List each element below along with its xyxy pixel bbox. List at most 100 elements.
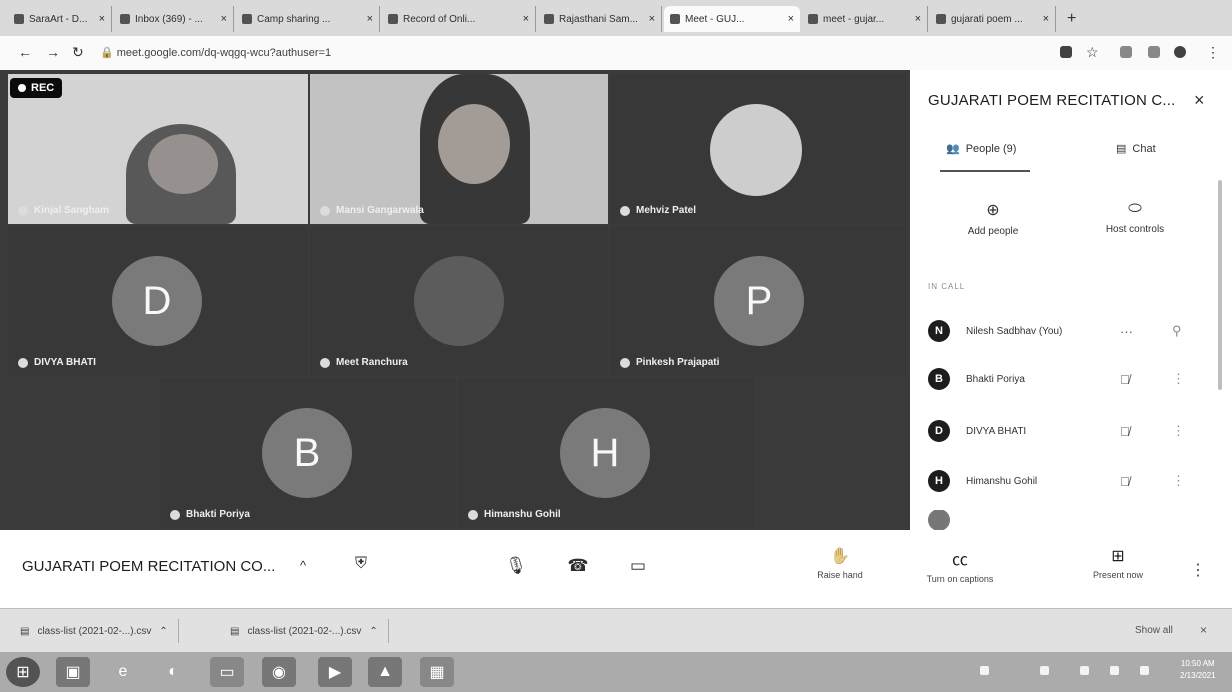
mic-off-icon: 🎙̸ <box>1120 371 1130 387</box>
video-tile[interactable]: Mehviz Patel <box>610 74 906 224</box>
browser-tab-strip: SaraArt - D... × Inbox (369) - ... × Camp … <box>0 0 1232 36</box>
address-bar[interactable]: 🔒 meet.google.com/dq-wqgq-wcu?authuser=1 <box>100 42 920 64</box>
more-options-icon[interactable]: ⋮ <box>1172 371 1185 387</box>
ie-icon: e <box>118 663 128 680</box>
flag-icon[interactable] <box>1140 666 1149 675</box>
taskbar: ⊞ ▣ e ◐ ▭ ◉ ▶ ▲ ▦ 10:50 AM 2/13/2021 <box>0 652 1232 692</box>
close-tab-icon[interactable]: × <box>788 13 794 25</box>
close-tab-icon[interactable]: × <box>221 13 227 25</box>
mic-off-icon: 🎙̸ <box>1120 423 1130 439</box>
host-controls-button[interactable]: ⬭ Host controls <box>1080 200 1190 235</box>
captions-button[interactable]: ㏄ Turn on captions <box>910 546 1010 584</box>
close-downloads-button[interactable]: × <box>1200 623 1207 637</box>
video-tile[interactable]: P Pinkesh Prajapati <box>610 226 906 376</box>
more-options-icon[interactable]: ⋮ <box>1190 560 1206 580</box>
browser-tab[interactable]: Camp sharing ... × <box>236 6 380 32</box>
participant-row[interactable]: H Himanshu Gohil 🎙̸ ⋮ <box>928 466 1218 496</box>
bookmark-star-icon[interactable]: ☆ <box>1086 44 1099 61</box>
participant-row[interactable]: D DIVYA BHATI 🎙̸ ⋮ <box>928 416 1218 446</box>
network-icon[interactable] <box>1080 666 1089 675</box>
close-panel-button[interactable]: × <box>1194 90 1205 111</box>
video-tile[interactable]: H Himanshu Gohil <box>458 378 754 528</box>
video-tile[interactable]: Mansi Gangarwala <box>310 74 608 224</box>
browser-tab-active[interactable]: Meet - GUJ... × <box>664 6 800 32</box>
new-tab-button[interactable]: + <box>1067 10 1076 28</box>
close-tab-icon[interactable]: × <box>1043 13 1049 25</box>
browser-tab[interactable]: gujarati poem ... × <box>930 6 1056 32</box>
browser-tab[interactable]: SaraArt - D... × <box>8 6 112 32</box>
taskbar-app[interactable]: ◉ <box>262 657 296 687</box>
gmail-icon <box>120 14 130 24</box>
browser-menu-icon[interactable]: ⋮ <box>1206 44 1220 61</box>
download-item[interactable]: ▤ class-list (2021-02-...).csv ⌃ <box>220 619 389 643</box>
microphone-button[interactable]: 🎙 <box>498 548 534 584</box>
close-tab-icon[interactable]: × <box>915 13 921 25</box>
video-tile[interactable]: D DIVYA BHATI <box>8 226 308 376</box>
browser-tab[interactable]: Inbox (369) - ... × <box>114 6 234 32</box>
volume-icon[interactable] <box>1110 666 1119 675</box>
tile-name: Kinjal Sangham <box>18 205 109 216</box>
browser-tab[interactable]: Record of Onli... × <box>382 6 536 32</box>
meeting-details-caret-icon[interactable]: ^ <box>300 558 306 573</box>
tab-label: Meet - GUJ... <box>685 13 745 25</box>
video-tile[interactable]: B Bhakti Poriya <box>160 378 456 528</box>
more-options-icon[interactable]: ⋮ <box>1172 423 1185 439</box>
present-now-button[interactable]: ⊞ Present now <box>1068 546 1168 580</box>
in-call-label: IN CALL <box>928 282 966 291</box>
chevron-up-icon[interactable]: ⌃ <box>159 626 167 637</box>
tab-people[interactable]: 👥 People (9) <box>946 142 1016 156</box>
taskbar-app[interactable]: e <box>106 657 140 687</box>
back-icon[interactable]: ← <box>18 44 32 60</box>
extension-icon[interactable] <box>1120 46 1132 58</box>
taskbar-app[interactable]: ▣ <box>56 657 90 687</box>
tab-chat[interactable]: ▤ Chat <box>1116 142 1156 156</box>
tray-icon[interactable] <box>980 666 989 675</box>
pdf-reader-icon: ▲ <box>377 663 393 680</box>
reload-icon[interactable]: ↻ <box>72 44 84 61</box>
record-dot-icon <box>18 84 26 92</box>
taskbar-app[interactable]: ◐ <box>156 657 190 687</box>
close-tab-icon[interactable]: × <box>649 13 655 25</box>
panel-title: GUJARATI POEM RECITATION C... <box>928 92 1176 109</box>
show-all-button[interactable]: Show all <box>1135 625 1173 636</box>
shield-icon[interactable]: ⛨ <box>355 555 367 573</box>
participant-row[interactable]: N Nilesh Sadbhav (You) ··· ⚲ <box>928 316 1218 346</box>
taskbar-app[interactable]: ▶ <box>318 657 352 687</box>
video-tile[interactable]: Meet Ranchura <box>310 226 608 376</box>
forward-icon[interactable]: → <box>46 44 60 60</box>
browser-tab[interactable]: meet - gujar... × <box>802 6 928 32</box>
start-button[interactable]: ⊞ <box>6 657 40 687</box>
close-tab-icon[interactable]: × <box>99 13 105 25</box>
raise-hand-button[interactable]: ✋ Raise hand <box>790 546 890 580</box>
taskbar-app[interactable]: ▭ <box>210 657 244 687</box>
participant-row[interactable]: B Bhakti Poriya 🎙̸ ⋮ <box>928 364 1218 394</box>
leave-call-button[interactable]: ☎ <box>560 548 596 584</box>
meeting-title[interactable]: GUJARATI POEM RECITATION CO... <box>22 558 275 575</box>
panel-scrollbar[interactable] <box>1218 180 1222 390</box>
tile-name: Meet Ranchura <box>320 357 408 368</box>
system-clock[interactable]: 10:50 AM 2/13/2021 <box>1180 658 1216 682</box>
more-dots-icon[interactable]: ··· <box>1120 324 1133 339</box>
pin-icon[interactable]: ⚲ <box>1172 323 1182 339</box>
mic-off-icon <box>18 357 28 368</box>
profile-picture <box>414 256 504 346</box>
browser-tab[interactable]: Rajasthani Sam... × <box>538 6 662 32</box>
more-options-icon[interactable]: ⋮ <box>1172 473 1185 489</box>
mic-off-icon: 🎙̸ <box>1120 473 1130 489</box>
participant-row-partial[interactable] <box>928 510 1218 530</box>
sheets-icon <box>388 14 398 24</box>
gmail-icon <box>242 14 252 24</box>
avatar: H <box>928 470 950 492</box>
taskbar-app[interactable]: ▲ <box>368 657 402 687</box>
profile-avatar-icon[interactable] <box>1174 46 1186 58</box>
taskbar-app[interactable]: ▦ <box>420 657 454 687</box>
close-tab-icon[interactable]: × <box>523 13 529 25</box>
add-people-button[interactable]: ⊕ Add people <box>938 200 1048 237</box>
close-tab-icon[interactable]: × <box>367 13 373 25</box>
camera-button[interactable]: ▭ <box>620 548 656 584</box>
download-item[interactable]: ▤ class-list (2021-02-...).csv ⌃ <box>10 619 179 643</box>
camera-indicator-icon[interactable] <box>1060 46 1072 58</box>
extensions-puzzle-icon[interactable] <box>1148 46 1160 58</box>
tray-icon[interactable] <box>1040 666 1049 675</box>
chevron-up-icon[interactable]: ⌃ <box>369 626 377 637</box>
